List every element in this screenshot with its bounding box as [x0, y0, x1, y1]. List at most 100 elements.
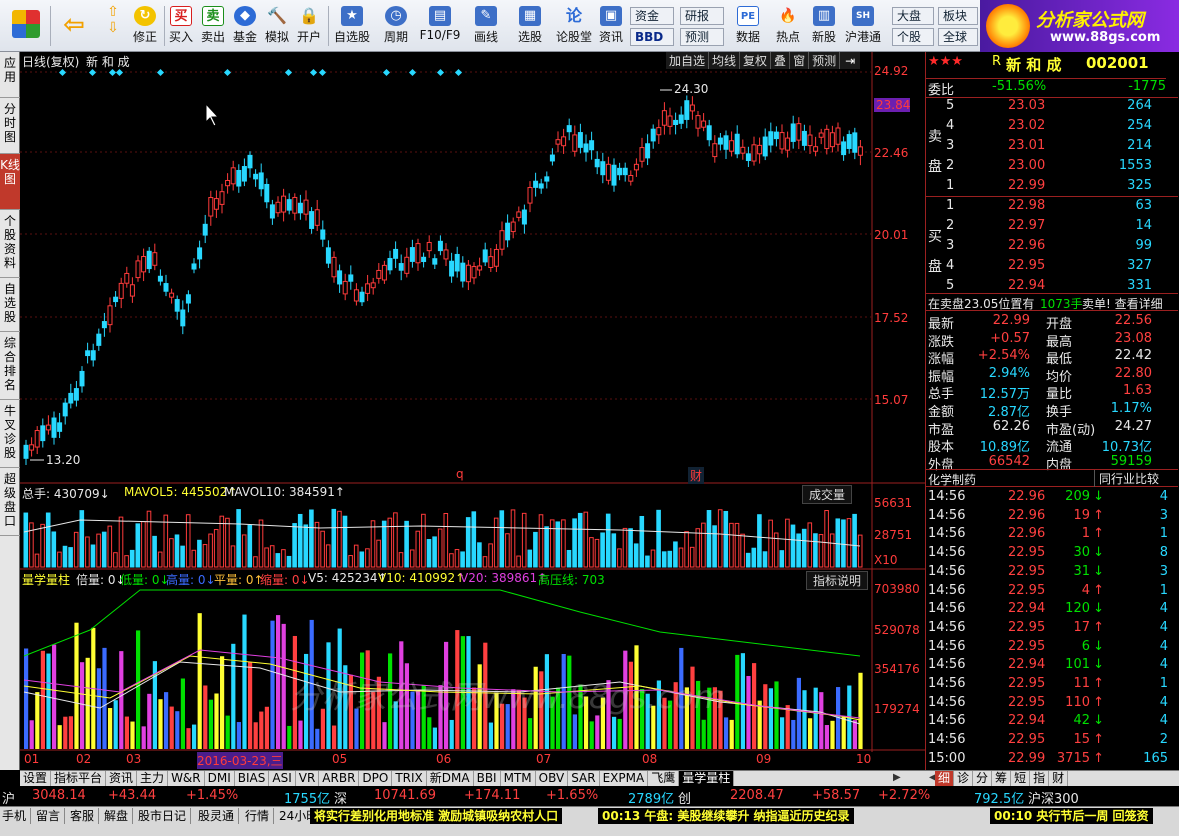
indicator-tab[interactable]: 飞鹰: [648, 771, 680, 786]
indicator-tab[interactable]: TRIX: [392, 771, 427, 786]
tab-ranking[interactable]: 综合排名: [0, 332, 20, 400]
page-up-down-button[interactable]: ⇧ ⇩: [100, 4, 126, 48]
event-marker-q[interactable]: q: [456, 467, 464, 481]
indicator-tab[interactable]: ASI: [269, 771, 296, 786]
sell-button[interactable]: 卖 卖出: [198, 4, 228, 48]
research-button[interactable]: 研报: [680, 7, 724, 25]
stat-label: 最低: [1046, 352, 1073, 368]
indicator-tab[interactable]: 新DMA: [427, 771, 474, 786]
tab-intraday[interactable]: 分时图: [0, 98, 20, 154]
news-ticker-3[interactable]: 00:10 央行节后一周 回笼资: [990, 808, 1153, 824]
tab-kline[interactable]: K线图: [0, 154, 20, 210]
simulate-button[interactable]: 🔨 模拟: [262, 4, 292, 48]
fund-button[interactable]: ◆ 基金: [230, 4, 260, 48]
predict-button[interactable]: 预测: [809, 52, 841, 69]
bbd-button[interactable]: BBD: [630, 28, 674, 46]
volume-indicator-select[interactable]: 成交量: [802, 485, 853, 504]
news-button[interactable]: ▣ 资讯: [596, 4, 626, 48]
refresh-button[interactable]: ↻ 修正: [130, 4, 160, 48]
gegu-button[interactable]: 个股: [892, 28, 934, 46]
volume-bar: [549, 519, 555, 568]
indicator-tab[interactable]: DMI: [205, 771, 235, 786]
news-ticker-2[interactable]: 00:13 午盘: 美股继续攀升 纳指逼近历史纪录: [598, 808, 854, 824]
period-button[interactable]: ◷ 周期: [376, 4, 416, 48]
global-button[interactable]: 全球: [938, 28, 978, 46]
status-link[interactable]: 股灵通: [198, 808, 240, 824]
quote-tab[interactable]: 短: [1011, 771, 1031, 786]
quote-tab[interactable]: 分: [973, 771, 993, 786]
notice-detail-link[interactable]: 卖单! 查看详细: [1082, 295, 1163, 312]
indicator-tab[interactable]: 量学量柱: [679, 771, 735, 786]
quote-tab[interactable]: 筹: [992, 771, 1012, 786]
tab-watchlist[interactable]: 自选股: [0, 278, 20, 332]
zijin-button[interactable]: 资金: [630, 7, 674, 25]
industry-compare-button[interactable]: 同行业比较: [1094, 470, 1163, 487]
status-link[interactable]: 解盘: [104, 808, 134, 824]
volume-bar: [124, 555, 129, 568]
indicator-tab[interactable]: 设置: [20, 771, 52, 786]
status-link[interactable]: 手机: [2, 808, 32, 824]
indicator-tab[interactable]: W&R: [168, 771, 205, 786]
tab-diagnosis[interactable]: 牛叉诊股: [0, 400, 20, 468]
indicator-tab[interactable]: VR: [296, 771, 320, 786]
quote-tab[interactable]: 诊: [954, 771, 974, 786]
draw-line-button[interactable]: ✎ 画线: [466, 4, 506, 48]
indicator-tab[interactable]: EXPMA: [600, 771, 649, 786]
indicator-tab[interactable]: 资讯: [106, 771, 138, 786]
indicator-tab[interactable]: DPO: [359, 771, 393, 786]
new-stock-button[interactable]: ▥ 新股: [806, 4, 842, 48]
indicator-help-button[interactable]: 指标说明: [806, 571, 869, 590]
tab-profile[interactable]: 个股资料: [0, 210, 20, 278]
large-order-notice[interactable]: 在卖盘23.05位置有 1073手 卖单! 查看详细: [926, 293, 1178, 311]
event-diamond: [156, 68, 165, 77]
shhk-button[interactable]: SH 沪港通: [842, 4, 884, 48]
scroll-right-icon[interactable]: ▶: [893, 772, 901, 783]
news-ticker-1[interactable]: 将实行差别化用地标准 激励城镇吸纳农村人口: [310, 808, 563, 824]
buy-button[interactable]: 买 买入: [166, 4, 196, 48]
status-link[interactable]: 行情: [245, 808, 275, 824]
quote-tab[interactable]: 细: [935, 771, 955, 786]
arrow-up-icon: ↑: [1093, 619, 1104, 635]
kline-chart-area[interactable]: 日线(复权) 新 和 成 加自选 均线 复权叠窗预测 ⇥ 24.92 23.84 22…: [20, 52, 925, 770]
open-account-button[interactable]: 🔒 开户: [294, 4, 324, 48]
indicator-tab[interactable]: 主力: [137, 771, 169, 786]
data-button[interactable]: PE 数据: [730, 4, 766, 48]
indicator-tab[interactable]: ARBR: [319, 771, 360, 786]
indicator-tab[interactable]: 指标平台: [51, 771, 107, 786]
chart-canvas[interactable]: [20, 52, 925, 770]
indicator-bar: [819, 692, 824, 749]
status-link[interactable]: 客服: [70, 808, 100, 824]
watchlist-button[interactable]: ★ 自选股: [332, 4, 372, 48]
pin-icon[interactable]: ⇥: [840, 54, 860, 68]
window-button[interactable]: 窗: [790, 52, 810, 69]
indicator-tab[interactable]: OBV: [536, 771, 569, 786]
quote-tab[interactable]: 指: [1030, 771, 1050, 786]
indicator-bar: [572, 714, 577, 749]
discuss-button[interactable]: 论 论股堂: [554, 4, 594, 48]
overlay-button[interactable]: 叠: [771, 52, 791, 69]
status-link[interactable]: 股市日记: [138, 808, 192, 824]
stock-screen-button[interactable]: ▦ 选股: [510, 4, 550, 48]
indicator-tab[interactable]: BBI: [474, 771, 501, 786]
candle-body: [124, 272, 130, 284]
tab-super-tape[interactable]: 超级盘口: [0, 468, 20, 536]
hot-button[interactable]: 🔥 热点: [770, 4, 806, 48]
add-watch-button[interactable]: 加自选: [666, 52, 710, 69]
event-marker-finance[interactable]: 财: [688, 467, 705, 484]
ma-button[interactable]: 均线: [709, 52, 741, 69]
tab-apps[interactable]: 应用: [0, 52, 20, 98]
dapan-button[interactable]: 大盘: [892, 7, 934, 25]
indicator-tab[interactable]: SAR: [568, 771, 600, 786]
f10-button[interactable]: ▤ F10/F9: [418, 4, 462, 48]
status-link[interactable]: 留言: [36, 808, 66, 824]
pe-icon: PE: [737, 6, 759, 26]
home-logo-button[interactable]: [6, 4, 46, 48]
tick-row: 14:56 22.96 1 1 ↑: [926, 526, 1168, 544]
indicator-tab[interactable]: BIAS: [235, 771, 270, 786]
bankuai-button[interactable]: 板块: [938, 7, 978, 25]
adjust-button[interactable]: 复权: [740, 52, 772, 69]
forecast-button[interactable]: 预测: [680, 28, 724, 46]
quote-tab[interactable]: 财: [1049, 771, 1069, 786]
back-button[interactable]: ⇦: [56, 4, 92, 48]
indicator-tab[interactable]: MTM: [501, 771, 536, 786]
